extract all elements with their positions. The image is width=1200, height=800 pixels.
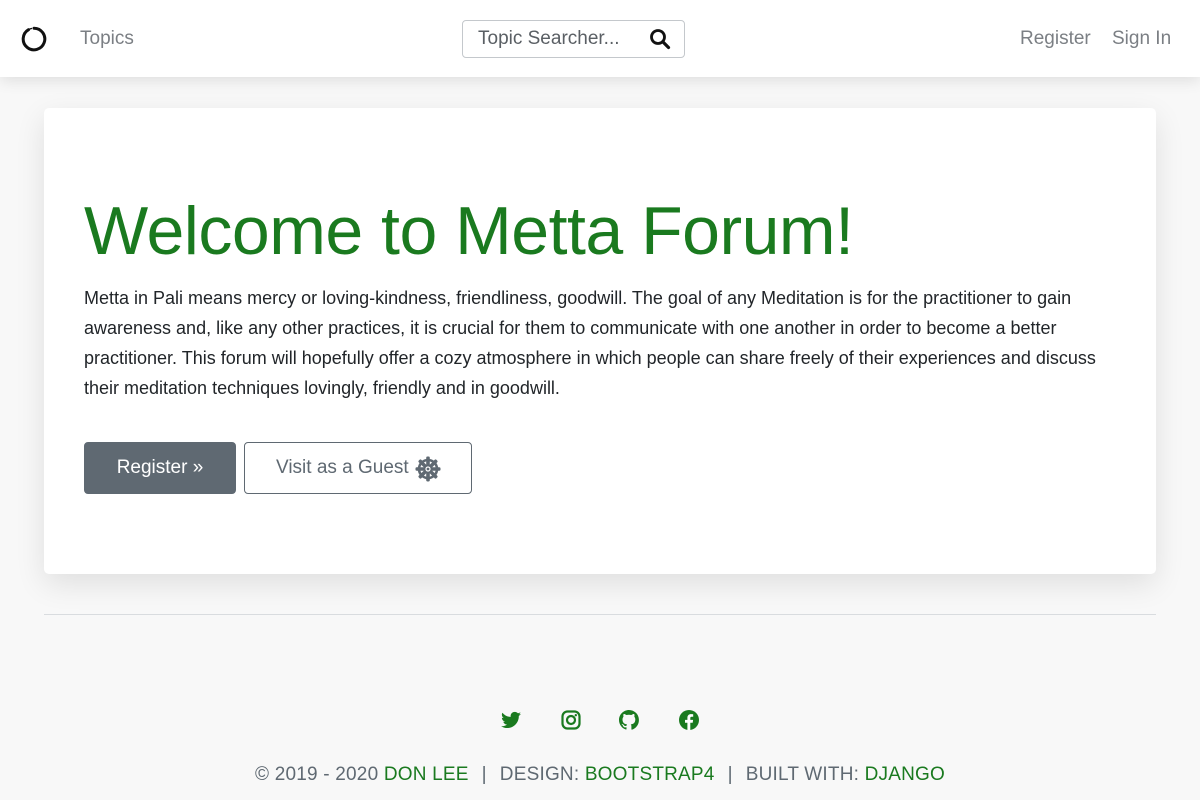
hero-jumbotron: Welcome to Metta Forum! Metta in Pali me… [44,108,1156,574]
brand-logo-icon[interactable] [21,26,47,52]
footer-separator: | [481,764,487,785]
footer-design-label: DESIGN: [499,764,580,785]
nav-signin-link[interactable]: Sign In [1112,28,1171,50]
visit-as-guest-button[interactable]: Visit as a Guest [244,442,472,494]
dharma-wheel-icon [415,456,441,482]
footer-separator: | [727,764,733,785]
nav-topics-link[interactable]: Topics [80,28,134,50]
register-button[interactable]: Register » [84,442,236,494]
twitter-icon[interactable] [499,708,523,732]
hero-title: Welcome to Metta Forum! [84,193,854,269]
github-icon[interactable] [617,708,641,732]
instagram-icon[interactable] [559,708,583,732]
footer-built-link[interactable]: DJANGO [865,764,945,785]
footer-built-label: BUILT WITH: [745,764,860,785]
section-divider [44,614,1156,615]
nav-register-link[interactable]: Register [1020,28,1091,50]
search-button[interactable] [649,28,671,50]
search-input[interactable] [463,21,643,57]
hero-description: Metta in Pali means mercy or loving-kind… [84,288,1096,398]
facebook-icon[interactable] [677,708,701,732]
search-icon [650,29,671,50]
footer-credits: © 2019 - 2020 DON LEE | DESIGN: BOOTSTRAP4… [0,764,1200,786]
guest-button-label: Visit as a Guest [276,457,409,478]
footer-copyright: © 2019 - 2020 [255,764,379,785]
footer-author-link[interactable]: DON LEE [384,764,469,785]
footer-design-link[interactable]: BOOTSTRAP4 [585,764,715,785]
navbar: Topics Register Sign In [0,0,1200,77]
search-box [462,20,685,58]
